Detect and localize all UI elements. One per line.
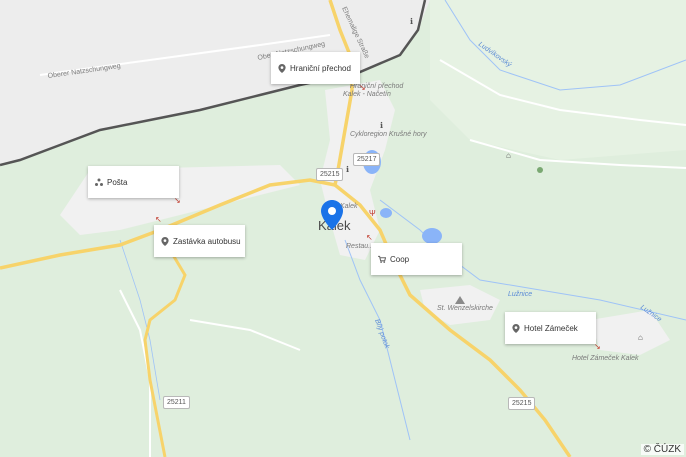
pin-icon [278, 63, 286, 73]
water-label-bily-potok: Bílý potok [373, 318, 390, 350]
arrow-icon: ↖ [155, 215, 162, 224]
place-label-hotel-kalek: Hotel Zámeček Kalek [572, 355, 639, 362]
road-shield: 25217 [353, 153, 381, 166]
cart-icon [378, 255, 386, 263]
place-label-kalek-natzschung: Kalek - Načetín [343, 91, 391, 98]
poi-card-posta[interactable]: Pošta [88, 166, 179, 198]
place-label-cykloregion: Cykloregion Krušné hory [350, 131, 427, 138]
tree-icon [537, 167, 543, 173]
road-shield: 25211 [163, 396, 190, 409]
poi-label: Hotel Zámeček [524, 323, 578, 333]
poi-card-hranicni-prechod[interactable]: Hraniční přechod [271, 52, 360, 84]
restaurant-icon: Ψ [369, 209, 376, 218]
pin-icon [512, 323, 520, 333]
campsite-icon: ⌂ [506, 151, 511, 160]
road-shield: 25215 [316, 168, 344, 181]
place-label-restaurant: Restau... [346, 243, 374, 250]
poi-label: Zastávka autobusu [173, 236, 241, 246]
poi-card-coop[interactable]: Coop [371, 243, 462, 275]
arrow-icon: ↘ [359, 83, 366, 92]
info-icon: ℹ [410, 17, 413, 26]
poi-label: Coop [390, 254, 410, 264]
map-attribution[interactable]: © ČÚZK [640, 444, 684, 455]
water-label-luznice: Lužnice [508, 291, 532, 298]
poi-label: Hraniční přechod [290, 63, 351, 73]
post-icon [95, 178, 103, 186]
poi-label: Pošta [107, 177, 128, 187]
place-label-wenzelskirche: St. Wenzelskirche [437, 305, 493, 312]
pin-icon [161, 236, 169, 246]
location-pin-icon[interactable] [321, 200, 343, 230]
road-shield: 25215 [508, 397, 536, 410]
poi-card-hotel-zamecek[interactable]: Hotel Zámeček [505, 312, 596, 344]
poi-card-zastavka-autobusu[interactable]: Zastávka autobusu [154, 225, 245, 257]
info-icon: ℹ [380, 121, 383, 130]
arrow-icon: ↖ [366, 233, 373, 242]
map-canvas[interactable]: Oberer Natzschungweg Ober. Natzschungweg… [0, 0, 686, 457]
campsite-icon: ⌂ [638, 333, 643, 342]
info-icon: ℹ [346, 165, 349, 174]
